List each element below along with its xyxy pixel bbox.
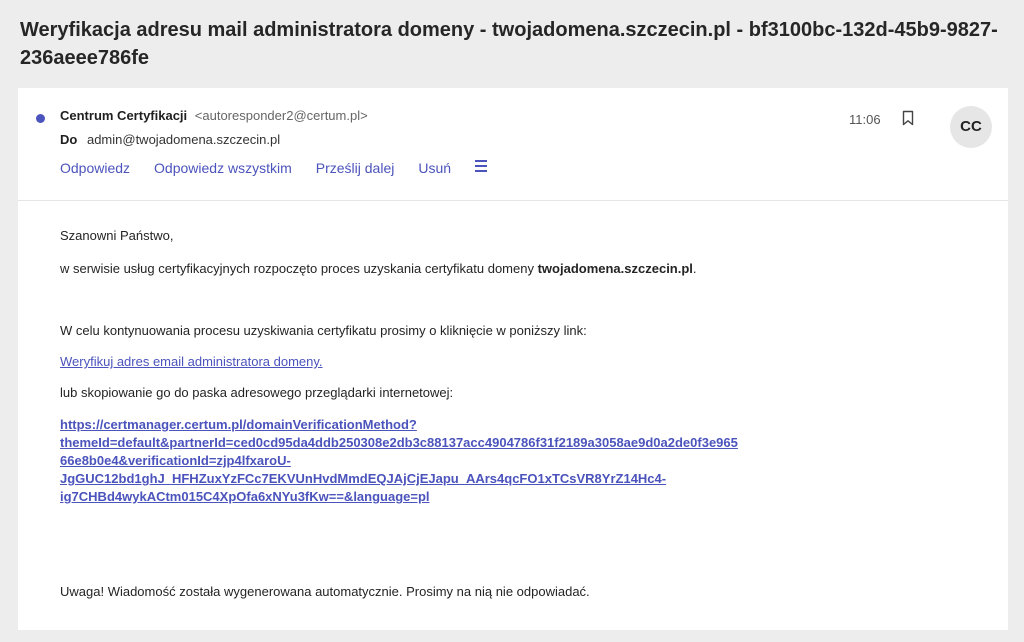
from-line: Centrum Certyfikacji <autoresponder2@cer… xyxy=(60,108,368,123)
intro-text: w serwisie usług certyfikacyjnych rozpoc… xyxy=(60,261,538,276)
email-subject: Weryfikacja adresu mail administratora d… xyxy=(20,19,998,69)
intro-period: . xyxy=(692,261,697,276)
auto-warning: Uwaga! Wiadomość została wygenerowana au… xyxy=(60,584,590,599)
delete-button[interactable]: Usuń xyxy=(418,160,451,176)
recipient-address: admin@twojadomena.szczecin.pl xyxy=(86,132,281,147)
sender-email: <autoresponder2@certum.pl> xyxy=(194,108,368,123)
verification-url-link[interactable]: https://certmanager.certum.pl/domainVeri… xyxy=(60,416,790,506)
email-header: Centrum Certyfikacji <autoresponder2@cer… xyxy=(18,88,1008,201)
greeting: Szanowni Państwo, xyxy=(60,228,174,243)
domain-name: twojadomena.szczecin.pl xyxy=(537,261,693,276)
to-label: Do xyxy=(60,132,78,147)
sender-name[interactable]: Centrum Certyfikacji xyxy=(60,108,187,123)
bookmark-icon[interactable] xyxy=(902,110,914,126)
verify-link[interactable]: Weryfikuj adres email administratora dom… xyxy=(60,354,323,369)
received-time: 11:06 xyxy=(849,112,881,127)
forward-button[interactable]: Prześlij dalej xyxy=(316,160,395,176)
email-card: Centrum Certyfikacji <autoresponder2@cer… xyxy=(18,88,1008,630)
unread-dot-icon xyxy=(36,114,45,123)
instruction-text: W celu kontynuowania procesu uzyskiwania… xyxy=(60,323,587,338)
copy-instruction: lub skopiowanie go do paska adresowego p… xyxy=(60,385,454,400)
to-line: Do admin@twojadomena.szczecin.pl xyxy=(60,132,280,147)
intro-paragraph: w serwisie usług certyfikacyjnych rozpoc… xyxy=(60,261,697,276)
message-actions: Odpowiedz Odpowiedz wszystkim Prześlij d… xyxy=(60,160,488,176)
more-actions-icon[interactable] xyxy=(475,160,488,172)
reply-all-button[interactable]: Odpowiedz wszystkim xyxy=(154,160,292,176)
reply-button[interactable]: Odpowiedz xyxy=(60,160,130,176)
avatar[interactable]: CC xyxy=(950,106,992,148)
